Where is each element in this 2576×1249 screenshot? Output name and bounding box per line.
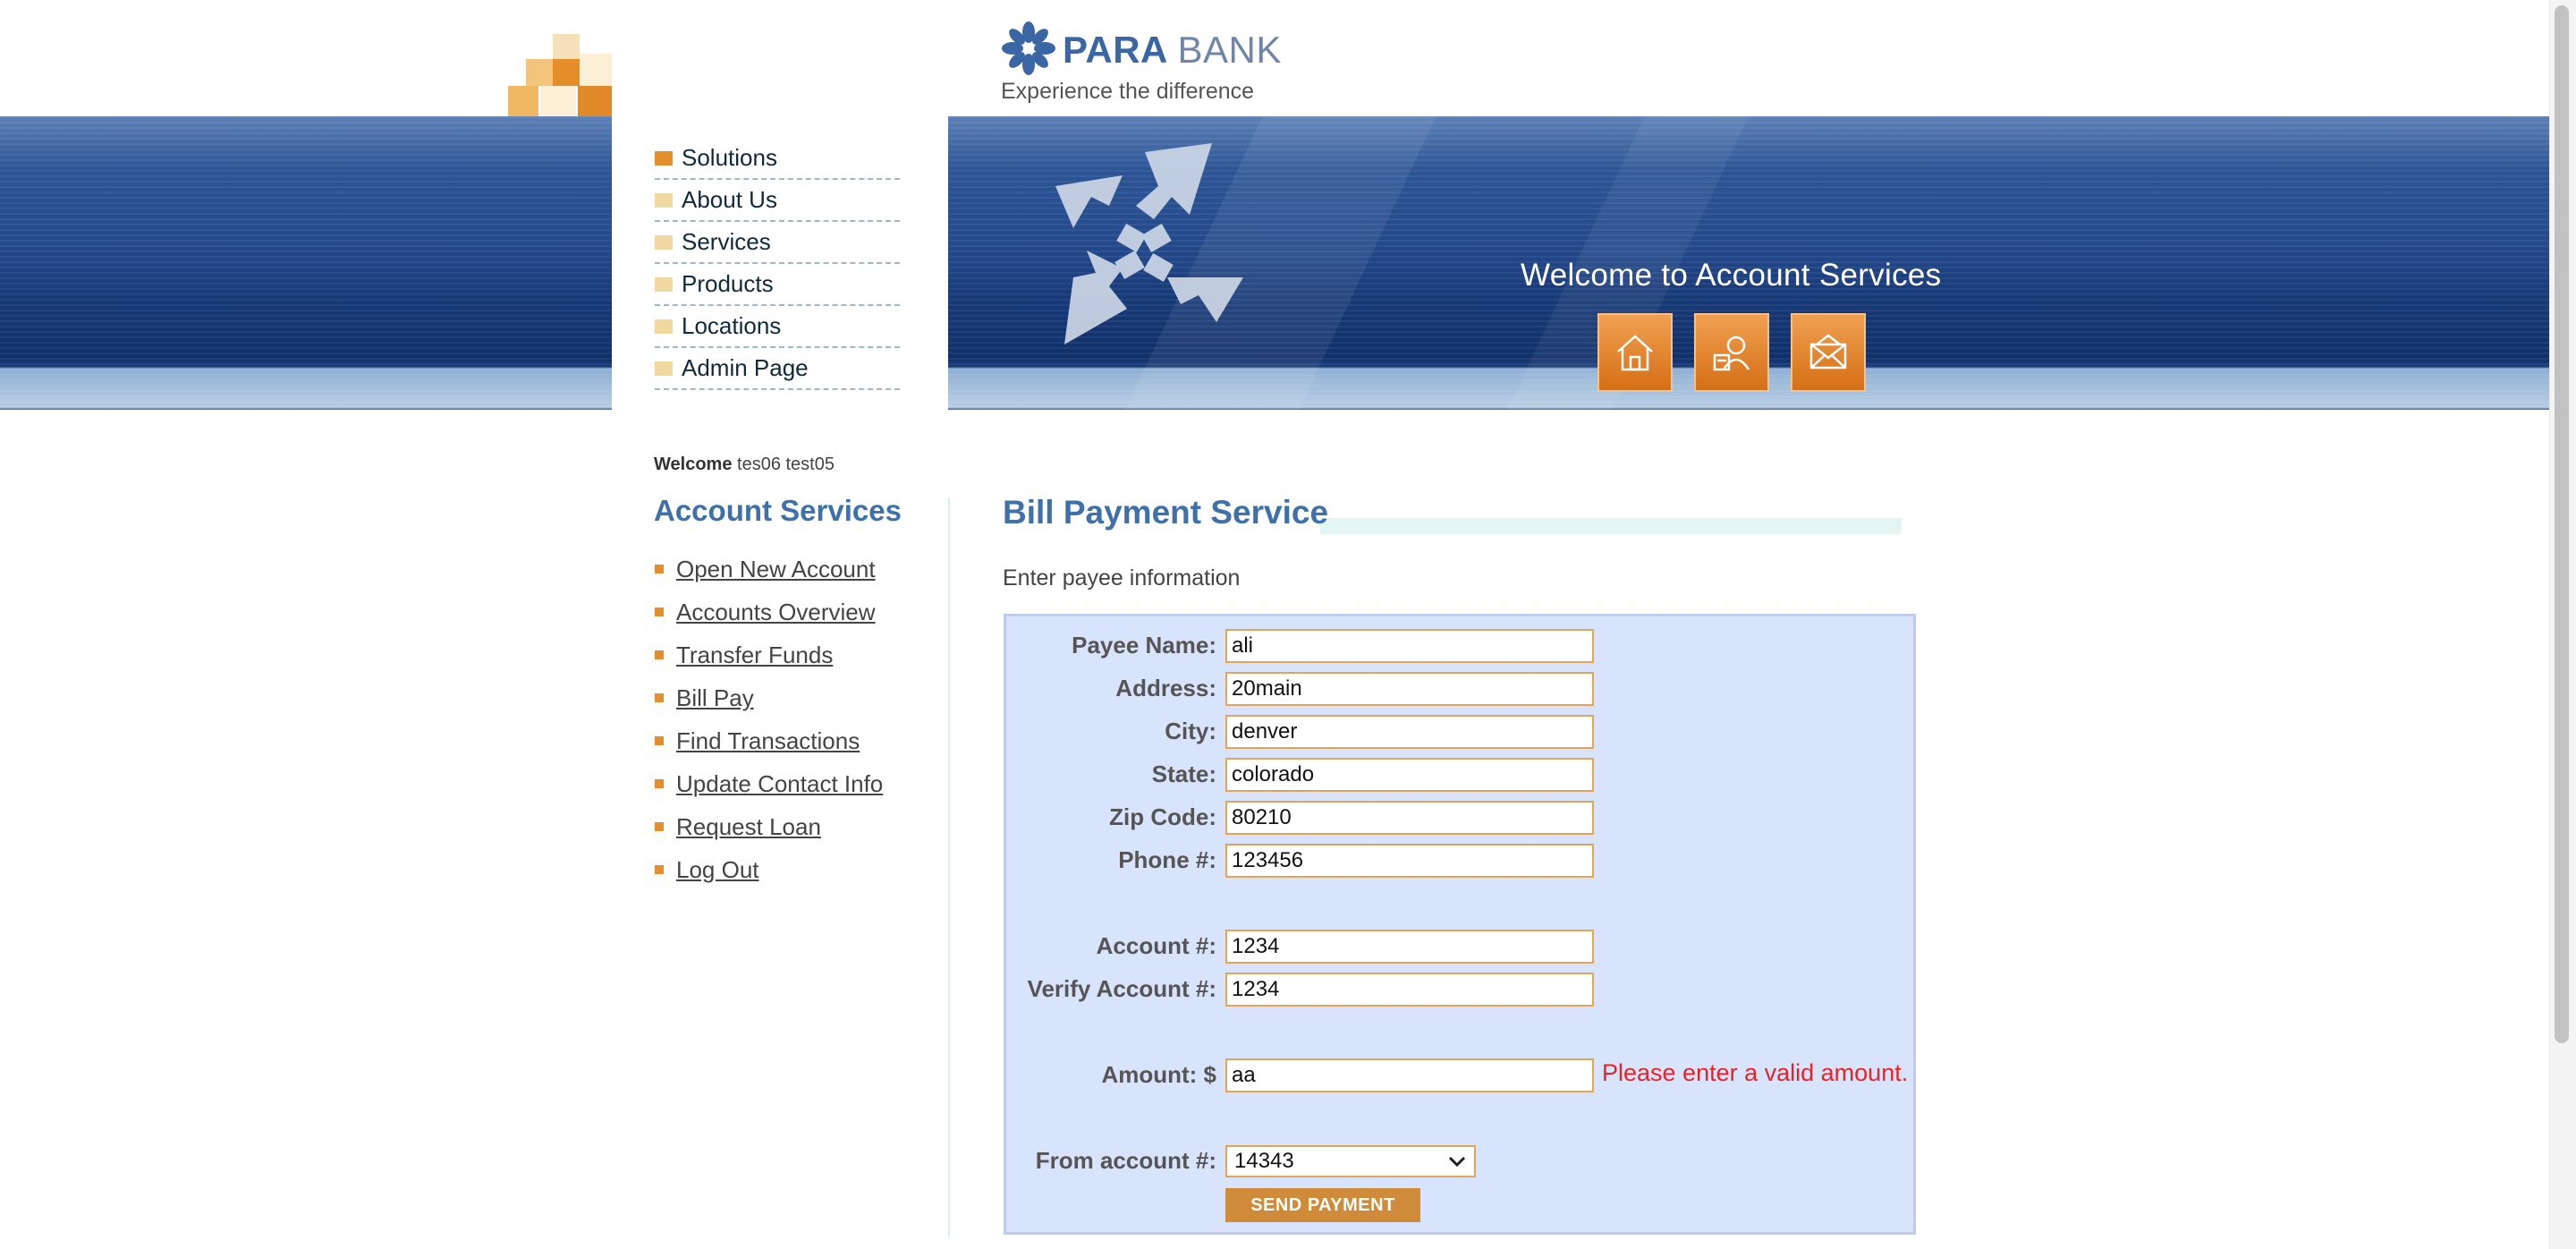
nav-item-about-us[interactable]: About Us [655, 180, 900, 222]
list-item: Accounts Overview [654, 591, 883, 633]
state-field[interactable] [1225, 758, 1594, 792]
logo-text[interactable]: PARA BANK [1063, 29, 1282, 72]
list-item: Request Loan [654, 805, 883, 848]
nav-item-label: Admin Page [682, 354, 809, 381]
page-subtitle: Enter payee information [1003, 565, 1241, 591]
bullet-icon [655, 319, 673, 334]
payee-name-label: Payee Name: [1072, 632, 1216, 658]
mail-icon [1809, 334, 1847, 370]
account-field[interactable] [1225, 930, 1594, 964]
bullet-icon [655, 650, 664, 659]
welcome-label: Welcome [654, 455, 733, 474]
network-emblem-icon [1055, 143, 1243, 344]
bullet-icon [655, 276, 673, 292]
home-icon [1617, 335, 1653, 371]
list-item: Update Contact Info [654, 762, 883, 805]
open-new-account-link[interactable]: Open New Account [676, 556, 876, 583]
verify-account-field[interactable] [1225, 973, 1594, 1007]
nav-item-admin-page[interactable]: Admin Page [655, 348, 900, 390]
bullet-icon [655, 608, 664, 616]
contact-button[interactable] [1694, 313, 1769, 392]
from-account-value: 14343 [1234, 1149, 1294, 1173]
bill-pay-form [1004, 614, 1916, 1235]
parabank-logo-icon[interactable] [1000, 20, 1057, 77]
phone-label: Phone #: [1118, 846, 1216, 873]
city-label: City: [1165, 718, 1216, 744]
page-title: Bill Payment Service [1003, 494, 1329, 531]
user-name: tes06 test05 [737, 455, 835, 474]
send-payment-button[interactable]: SEND PAYMENT [1225, 1188, 1420, 1222]
update-contact-info-link[interactable]: Update Contact Info [676, 770, 883, 798]
zip-code-label: Zip Code: [1109, 803, 1216, 830]
home-button[interactable] [1597, 313, 1673, 392]
scrollbar-thumb[interactable] [2555, 5, 2569, 1043]
transfer-funds-link[interactable]: Transfer Funds [676, 641, 833, 669]
nav-item-label: Locations [682, 312, 782, 339]
account-services-menu: Open New Account Accounts Overview Trans… [654, 548, 883, 891]
amount-field[interactable] [1225, 1058, 1594, 1092]
state-label: State: [1151, 760, 1216, 787]
bullet-icon [655, 736, 664, 745]
nav-item-label: Services [682, 228, 771, 255]
tagline: Experience the difference [1001, 79, 1255, 104]
bullet-icon [655, 192, 673, 208]
amount-label: Amount: $ [1101, 1061, 1216, 1088]
zip-code-field[interactable] [1225, 801, 1594, 835]
contact-icon [1713, 336, 1750, 371]
bullet-icon [655, 865, 664, 874]
list-item: Open New Account [654, 548, 883, 591]
list-item: Find Transactions [654, 719, 883, 762]
list-item: Log Out [654, 848, 883, 891]
account-services-title: Account Services [654, 494, 902, 527]
nav-item-solutions[interactable]: Solutions [655, 138, 900, 180]
top-nav-menu: Solutions About Us Services Products Loc… [655, 138, 900, 390]
address-label: Address: [1115, 675, 1216, 701]
nav-item-label: Solutions [682, 144, 777, 171]
nav-item-locations[interactable]: Locations [655, 306, 900, 348]
title-underline [1320, 518, 1902, 534]
chevron-down-icon [1448, 1156, 1466, 1168]
payee-name-field[interactable] [1225, 629, 1594, 663]
from-account-label: From account #: [1035, 1147, 1216, 1174]
logo-text-para: PARA [1063, 29, 1167, 71]
account-label: Account #: [1096, 932, 1216, 959]
request-loan-link[interactable]: Request Loan [676, 813, 821, 841]
bullet-icon [655, 565, 664, 574]
bill-pay-link[interactable]: Bill Pay [676, 684, 754, 712]
column-divider [948, 497, 950, 1236]
phone-field[interactable] [1225, 844, 1594, 878]
city-field[interactable] [1225, 715, 1594, 749]
verify-account-label: Verify Account #: [1027, 975, 1216, 1002]
bullet-icon [655, 150, 673, 166]
find-transactions-link[interactable]: Find Transactions [676, 727, 860, 755]
bullet-icon [655, 779, 664, 788]
user-welcome: Welcome tes06 test05 [654, 455, 835, 475]
log-out-link[interactable]: Log Out [676, 856, 759, 884]
amount-error-message: Please enter a valid amount. [1602, 1059, 1909, 1086]
bullet-icon [655, 234, 673, 250]
banner-welcome-title: Welcome to Account Services [1521, 258, 1942, 293]
nav-item-products[interactable]: Products [655, 264, 900, 306]
nav-item-services[interactable]: Services [655, 222, 900, 264]
bullet-icon [655, 693, 664, 702]
list-item: Bill Pay [654, 676, 883, 719]
accounts-overview-link[interactable]: Accounts Overview [676, 599, 876, 626]
from-account-select[interactable]: 14343 [1225, 1145, 1476, 1177]
nav-item-label: Products [682, 270, 774, 297]
mail-button[interactable] [1791, 313, 1866, 392]
bullet-icon [655, 361, 673, 376]
nav-item-label: About Us [682, 186, 777, 213]
address-field[interactable] [1225, 672, 1594, 706]
logo-text-bank: BANK [1177, 29, 1282, 71]
bullet-icon [655, 822, 664, 831]
list-item: Transfer Funds [654, 633, 883, 676]
